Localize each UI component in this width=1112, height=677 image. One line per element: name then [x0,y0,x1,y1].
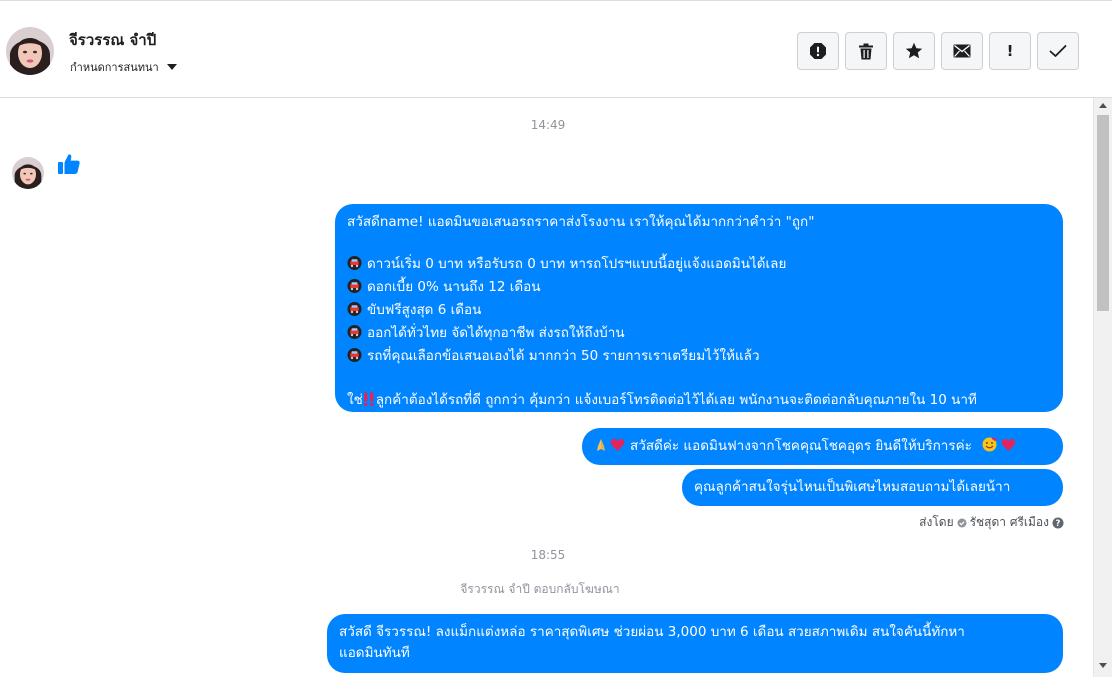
message-text: สวัสดีค่ะ แอดมินฟางจากโชคคุณโชคอุดร ยินด… [630,438,972,454]
message-bubble-greeting[interactable]: สวัสดีค่ะ แอดมินฟางจากโชคคุณโชคอุดร ยินด… [582,428,1063,465]
message-closing: ใช่ ลูกค้าต้องได้รถที่ดี ถูกกว่า คุ้มกว่า… [347,390,1051,413]
message-bullet: ดาวน์เริ่ม 0 บาท หรือรับรถ 0 บาท หารถโปร… [347,254,1051,277]
header-actions: ! [797,32,1079,70]
message-bullet: รถที่คุณเลือกข้อเสนอเองได้ มากกว่า 50 รา… [347,346,1051,369]
scrollbar-thumb[interactable] [1097,115,1109,311]
caret-down-icon [166,64,177,70]
praying-hands-icon [594,438,608,459]
car-emoji-icon [347,348,362,369]
scrollbar[interactable] [1093,98,1112,677]
message-bullet: ดอกเบี้ย 0% นานถึง 12 เดือน [347,277,1051,300]
sent-by-info: ส่งโดย รัชสุดา ศรีเมือง ? [890,513,1064,532]
contact-name[interactable]: จีรวรรณ จำปี [69,28,156,52]
follow-up-button[interactable]: ! [989,32,1031,70]
message-bubble-promo[interactable]: สวัสดีname! แอดมินขอเสนอรถราคาส่งโรงงาน … [335,204,1063,412]
conversation-header: จีรวรรณ จำปี กำหนดการสนทนา ! [0,0,1112,98]
message-closing-text: ลูกค้าต้องได้รถที่ดี ถูกกว่า คุ้มกว่า แจ… [375,392,977,408]
heart-icon [610,438,625,459]
mark-spam-button[interactable] [797,32,839,70]
message-line: สวัสดีค่ะ แอดมินฟางจากโชคคุณโชคอุดร ยินด… [594,436,1051,459]
star-button[interactable] [893,32,935,70]
spam-icon [810,43,826,59]
contact-avatar-small [12,157,44,189]
timestamp: 18:55 [530,548,566,562]
message-bullet-text: รถที่คุณเลือกข้อเสนอเองได้ มากกว่า 50 รา… [367,348,760,364]
car-emoji-icon [347,256,362,277]
car-emoji-icon [347,302,362,323]
message-text: สวัสดีname! แอดมินขอเสนอรถราคาส่งโรงงาน … [347,214,815,230]
message-bullet-text: ดาวน์เริ่ม 0 บาท หรือรับรถ 0 บาท หารถโปร… [367,256,787,272]
check-icon [1049,45,1067,57]
timestamp: 14:49 [530,118,566,132]
important-icon: ! [1006,41,1014,60]
smiling-face-with-hearts-icon [982,437,998,459]
scroll-up-arrow-icon[interactable] [1099,103,1107,108]
car-emoji-icon [347,279,362,300]
envelope-icon [953,44,971,58]
delete-button[interactable] [845,32,887,70]
message-bullet: ขับฟรีสูงสุด 6 เดือน [347,300,1051,323]
heart-icon [1001,438,1016,459]
message-bullet-text: ดอกเบี้ย 0% นานถึง 12 เดือน [367,279,541,295]
message-bullet-text: ขับฟรีสูงสุด 6 เดือน [367,302,482,318]
mark-done-button[interactable] [1037,32,1079,70]
thumbs-up-icon [57,152,81,180]
message-closing-prefix: ใช่ [347,392,363,408]
message-text: แอดมินทันที [339,645,410,661]
sent-by-prefix: ส่งโดย [919,515,954,529]
svg-text:?: ? [1056,519,1061,529]
message-bubble-ad[interactable]: สวัสดี จีรวรรณ! ลงแม็กแต่งหล่อ ราคาสุดพิ… [327,614,1063,673]
trash-icon [859,43,873,59]
message-bullet-text: ออกได้ทั่วไทย จัดได้ทุกอาชีพ ส่งรถให้ถึง… [367,325,625,341]
ad-reply-note: จีรวรรณ จำปี ตอบกลับโฆษณา [460,582,620,596]
sent-by-name[interactable]: รัชสุดา ศรีเมือง [970,513,1049,532]
conversation-label-dropdown[interactable]: กำหนดการสนทนา [70,58,177,76]
double-exclamation-icon [363,392,375,413]
message-bubble-question[interactable]: คุณลูกค้าสนใจรุ่นไหนเป็นพิเศษไหมสอบถามได… [682,469,1063,506]
help-icon[interactable]: ? [1052,517,1064,529]
message-text: คุณลูกค้าสนใจรุ่นไหนเป็นพิเศษไหมสอบถามได… [694,479,1011,495]
verified-check-icon [957,518,967,527]
message-bullet: ออกได้ทั่วไทย จัดได้ทุกอาชีพ ส่งรถให้ถึง… [347,323,1051,346]
conversation-label-text: กำหนดการสนทนา [70,61,159,74]
car-emoji-icon [347,325,362,346]
star-icon [905,42,923,59]
message-text: สวัสดี จีรวรรณ! ลงแม็กแต่งหล่อ ราคาสุดพิ… [339,624,965,640]
mark-unread-button[interactable] [941,32,983,70]
contact-avatar[interactable] [6,27,54,75]
scroll-down-arrow-icon[interactable] [1099,663,1107,668]
